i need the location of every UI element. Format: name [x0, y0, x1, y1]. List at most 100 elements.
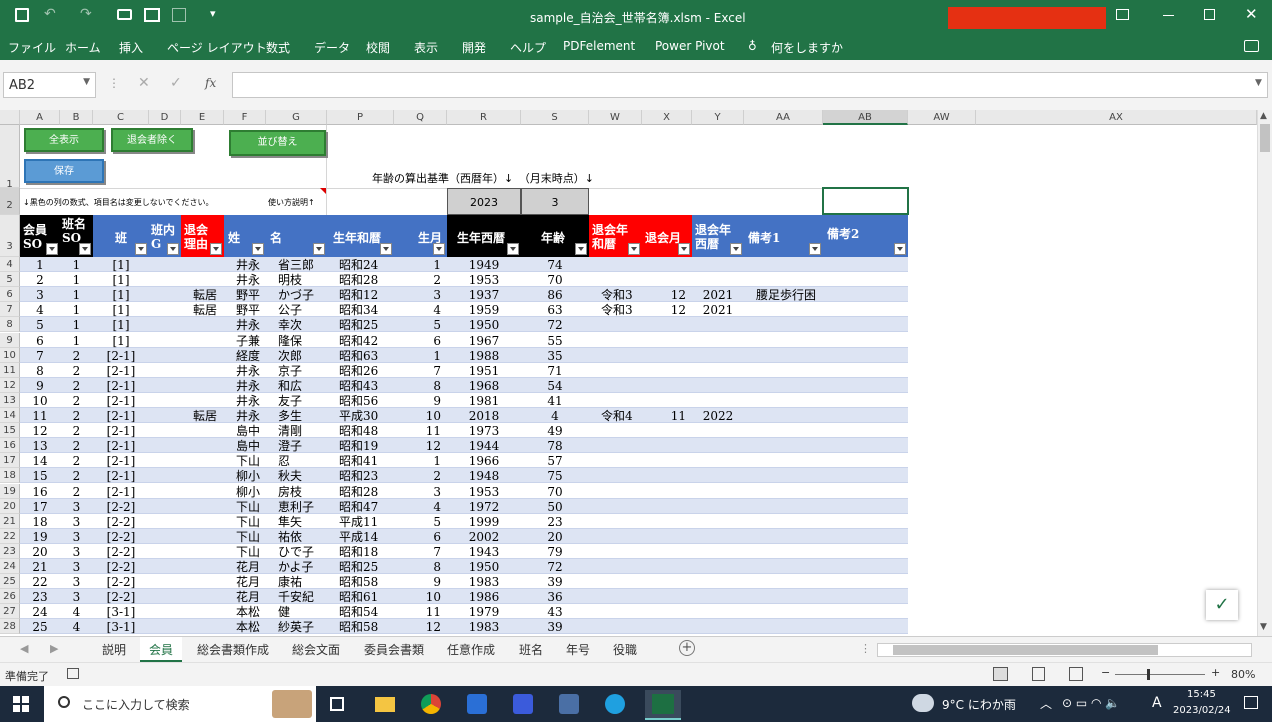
table-cell[interactable]: 井永 — [236, 394, 266, 408]
table-cell[interactable] — [692, 258, 744, 272]
table-cell[interactable]: 房枝 — [278, 485, 327, 499]
table-cell[interactable] — [149, 273, 181, 287]
table-cell[interactable] — [642, 424, 686, 438]
minimize-button[interactable] — [1163, 15, 1174, 16]
table-cell[interactable]: 平成30 — [339, 409, 394, 423]
row-header-1[interactable]: 1 — [0, 125, 20, 190]
table-cell[interactable] — [756, 590, 823, 604]
table-cell[interactable] — [193, 364, 224, 378]
table-cell[interactable]: 5 — [394, 318, 441, 332]
table-cell[interactable]: 3 — [60, 545, 93, 559]
row-header[interactable]: 9 — [0, 332, 20, 348]
table-cell[interactable]: 7 — [20, 349, 60, 363]
table-cell[interactable]: 本松 — [236, 605, 266, 619]
col-header-D[interactable]: D — [149, 110, 181, 125]
tray-chevron-icon[interactable]: ︿ — [1040, 695, 1052, 712]
table-cell[interactable]: [1] — [93, 258, 149, 272]
scroll-up-icon[interactable]: ▲ — [1260, 111, 1267, 121]
table-cell[interactable] — [642, 349, 686, 363]
table-cell[interactable] — [601, 545, 642, 559]
table-cell[interactable] — [193, 334, 224, 348]
col-header-C[interactable]: C — [93, 110, 149, 125]
table-cell[interactable]: 多生 — [278, 409, 327, 423]
header-quit-wareki[interactable]: 退会年和暦 — [589, 215, 642, 257]
table-cell[interactable]: 井永 — [236, 318, 266, 332]
row-header[interactable]: 21 — [0, 513, 20, 529]
col-header-G[interactable]: G — [266, 110, 327, 125]
table-cell[interactable] — [756, 258, 823, 272]
tab-help[interactable]: ヘルプ — [510, 39, 546, 56]
table-cell[interactable] — [692, 273, 744, 287]
table-cell[interactable]: 昭和19 — [339, 439, 394, 453]
table-cell[interactable]: 1972 — [447, 500, 521, 514]
table-cell[interactable]: 下山 — [236, 530, 266, 544]
table-cell[interactable]: 55 — [521, 334, 589, 348]
table-cell[interactable]: [1] — [93, 334, 149, 348]
table-cell[interactable]: 3 — [60, 560, 93, 574]
table-cell[interactable]: 井永 — [236, 379, 266, 393]
table-cell[interactable]: 2 — [20, 273, 60, 287]
table-cell[interactable]: 3 — [20, 288, 60, 302]
header-age[interactable]: 年齢 — [521, 215, 589, 257]
table-cell[interactable] — [692, 379, 744, 393]
table-cell[interactable] — [601, 334, 642, 348]
col-header-F[interactable]: F — [224, 110, 266, 125]
close-button[interactable]: ✕ — [1245, 5, 1258, 23]
table-cell[interactable] — [756, 318, 823, 332]
table-cell[interactable]: 8 — [20, 364, 60, 378]
table-cell[interactable]: 転居 — [193, 288, 224, 302]
filter-icon[interactable] — [252, 243, 264, 255]
table-cell[interactable]: 1 — [60, 303, 93, 317]
table-cell[interactable] — [601, 605, 642, 619]
table-cell[interactable]: 2 — [60, 349, 93, 363]
undo-icon[interactable]: ↶ — [44, 6, 56, 22]
table-cell[interactable]: 7 — [394, 364, 441, 378]
basis-month-cell[interactable]: 3 — [521, 188, 589, 215]
table-cell[interactable]: 9 — [394, 394, 441, 408]
col-header-E[interactable]: E — [181, 110, 224, 125]
table-cell[interactable]: 57 — [521, 454, 589, 468]
table-cell[interactable]: 明枝 — [278, 273, 327, 287]
table-cell[interactable] — [149, 515, 181, 529]
table-cell[interactable] — [756, 515, 823, 529]
table-cell[interactable] — [601, 439, 642, 453]
ime-indicator[interactable]: A — [1152, 695, 1162, 711]
expand-formula-icon[interactable]: ▼ — [1255, 78, 1262, 88]
table-cell[interactable] — [149, 303, 181, 317]
table-cell[interactable] — [601, 560, 642, 574]
chrome-icon[interactable] — [421, 694, 441, 714]
sheet-tab-班名[interactable]: 班名 — [519, 641, 543, 658]
table-cell[interactable] — [642, 394, 686, 408]
row-header[interactable]: 19 — [0, 483, 20, 499]
table-cell[interactable]: 3 — [394, 485, 441, 499]
col-header-AB[interactable]: AB — [823, 110, 908, 125]
table-cell[interactable]: 2 — [60, 439, 93, 453]
table-cell[interactable]: 3 — [60, 575, 93, 589]
table-cell[interactable]: 2021 — [692, 288, 744, 302]
table-cell[interactable]: 平成14 — [339, 530, 394, 544]
table-cell[interactable] — [692, 394, 744, 408]
row-header[interactable]: 4 — [0, 257, 20, 273]
table-cell[interactable]: 11 — [394, 605, 441, 619]
row-header[interactable]: 11 — [0, 362, 20, 378]
table-cell[interactable]: 15 — [20, 469, 60, 483]
table-cell[interactable]: 1937 — [447, 288, 521, 302]
table-cell[interactable] — [756, 545, 823, 559]
row-header[interactable]: 15 — [0, 423, 20, 439]
table-cell[interactable]: 野平 — [236, 303, 266, 317]
table-cell[interactable] — [756, 575, 823, 589]
windows-start-icon[interactable] — [13, 696, 29, 712]
tab-power-pivot[interactable]: Power Pivot — [655, 39, 725, 53]
table-cell[interactable] — [692, 349, 744, 363]
header-house-sort[interactable]: 班名SO — [60, 215, 93, 257]
header-quit-month[interactable]: 退会月 — [642, 215, 692, 257]
row-header-2[interactable]: 2 — [0, 188, 20, 215]
table-cell[interactable] — [692, 334, 744, 348]
table-cell[interactable]: [2-1] — [93, 454, 149, 468]
table-cell[interactable]: 昭和56 — [339, 394, 394, 408]
table-cell[interactable] — [642, 454, 686, 468]
table-cell[interactable] — [642, 379, 686, 393]
table-cell[interactable]: 令和3 — [601, 288, 642, 302]
table-cell[interactable]: 3 — [60, 590, 93, 604]
sheet-tab-年号[interactable]: 年号 — [566, 641, 590, 658]
